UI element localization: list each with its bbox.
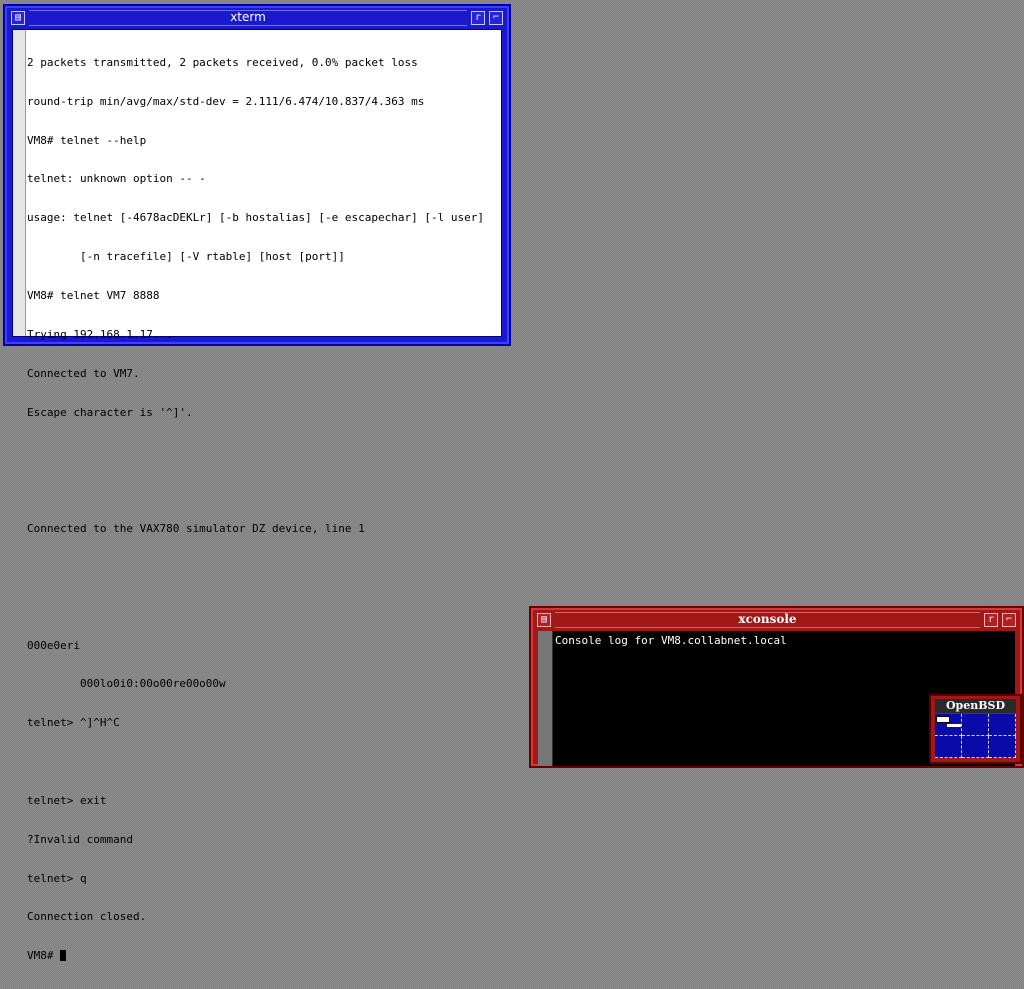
terminal-line: telnet> exit [27, 793, 107, 807]
pager-title: OpenBSD [935, 699, 1016, 713]
text-cursor [60, 950, 67, 962]
terminal-line: 000lo0i0:00o00re00o00w [27, 677, 226, 691]
pager-desk[interactable] [989, 736, 1016, 758]
console-scrollbar[interactable] [538, 631, 553, 766]
terminal-line: Connection closed. [27, 910, 147, 924]
terminal-line: usage: telnet [-4678acDEKLr] [-b hostali… [27, 211, 484, 225]
terminal-prompt: VM8# [27, 949, 61, 963]
terminal-line: Escape character is '^]'. [27, 405, 193, 419]
console-log-text: Console log for VM8.collabnet.local [555, 634, 787, 647]
terminal-line: telnet> q [27, 871, 87, 885]
pager-desk[interactable] [962, 714, 989, 736]
xconsole-title[interactable]: xconsole [555, 612, 980, 628]
iconify-icon[interactable]: r [471, 11, 485, 25]
terminal-area[interactable]: 2 packets transmitted, 2 packets receive… [12, 29, 502, 962]
terminal-line: VM8# telnet --help [27, 133, 147, 147]
window-menu-icon[interactable]: ▤ [537, 613, 551, 627]
maximize-icon[interactable]: ⌐ [1002, 613, 1016, 627]
terminal-line: Connected to the VAX780 simulator DZ dev… [27, 522, 365, 536]
terminal-line: telnet> ^]^H^C [27, 716, 120, 730]
window-menu-icon[interactable]: ▤ [11, 11, 25, 25]
terminal-line: VM8# telnet VM7 8888 [27, 288, 160, 302]
pager-desk[interactable] [935, 714, 962, 736]
terminal-line: 000e0eri [27, 638, 80, 652]
terminal-line: ?Invalid command [27, 832, 133, 846]
maximize-icon[interactable]: ⌐ [489, 11, 503, 25]
terminal-output: 2 packets transmitted, 2 packets receive… [27, 31, 499, 989]
terminal-line: [-n tracefile] [-V rtable] [host [port]] [27, 250, 345, 264]
pager-desk[interactable] [989, 714, 1016, 736]
xterm-titlebar[interactable]: ▤ xterm r ⌐ [9, 9, 505, 27]
pager-window-thumbnail[interactable] [947, 724, 961, 727]
pager-window-thumbnail[interactable] [936, 716, 950, 723]
pager-desk[interactable] [962, 736, 989, 758]
xconsole-titlebar[interactable]: ▤ xconsole r ⌐ [535, 611, 1018, 629]
pager-grid[interactable] [935, 714, 1016, 758]
terminal-line: Connected to VM7. [27, 366, 140, 380]
pager-desk[interactable] [935, 736, 962, 758]
terminal-scrollbar[interactable] [13, 30, 26, 336]
terminal-line: telnet: unknown option -- - [27, 172, 206, 186]
terminal-line: Trying 192.168.1.17... [27, 327, 173, 341]
terminal-prompt-line[interactable]: VM8# [27, 949, 499, 963]
desktop-pager[interactable]: OpenBSD [929, 694, 1022, 764]
xterm-window[interactable]: ▤ xterm r ⌐ 2 packets transmitted, 2 pac… [3, 4, 511, 962]
terminal-line: round-trip min/avg/max/std-dev = 2.111/6… [27, 94, 425, 108]
iconify-icon[interactable]: r [984, 613, 998, 627]
xterm-title[interactable]: xterm [29, 10, 467, 26]
terminal-line: 2 packets transmitted, 2 packets receive… [27, 55, 418, 69]
